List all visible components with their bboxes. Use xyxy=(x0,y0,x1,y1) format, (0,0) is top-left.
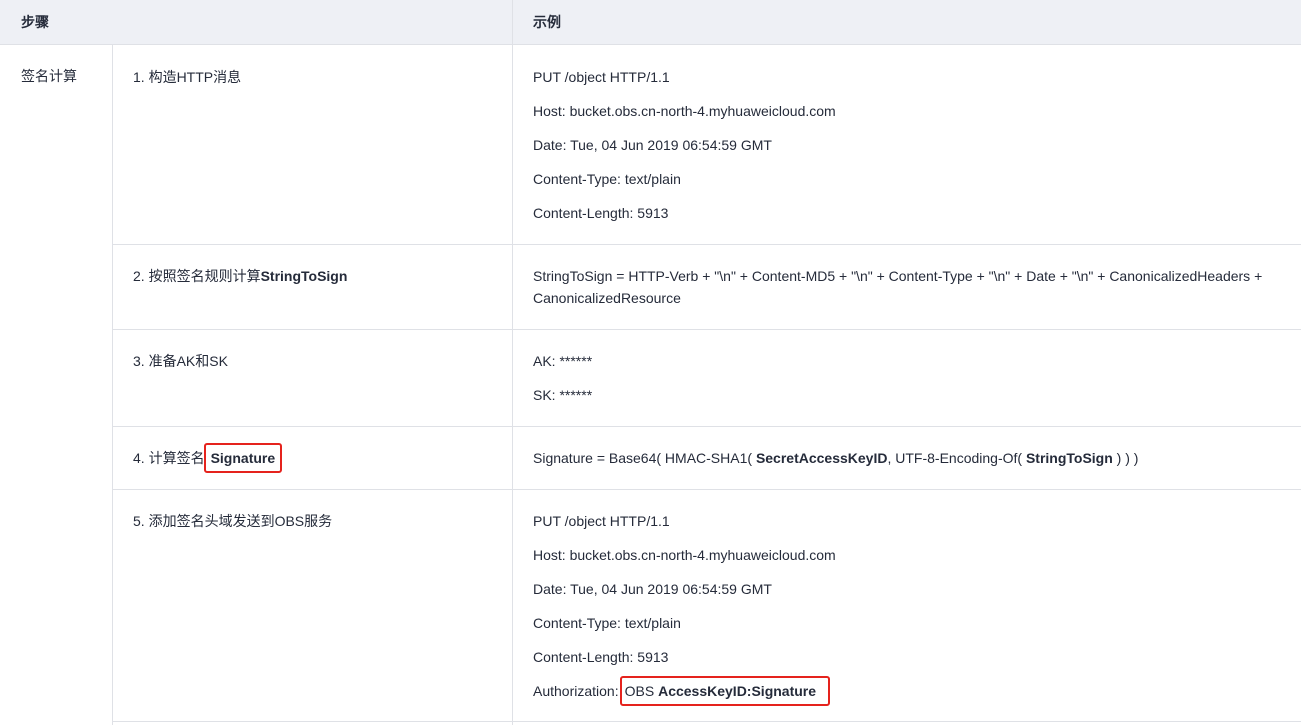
formula-part: , UTF-8-Encoding-Of( xyxy=(887,450,1026,466)
row-divider xyxy=(112,721,1301,722)
example-line: Date: Tue, 04 Jun 2019 06:54:59 GMT xyxy=(533,581,772,597)
formula-part: Signature = Base64( HMAC-SHA1( xyxy=(533,450,756,466)
step-4-label: 4. 计算签名 Signature xyxy=(133,443,283,473)
column-divider xyxy=(512,45,513,725)
step-2-example: StringToSign = HTTP-Verb + "\n" + Conten… xyxy=(533,268,1263,306)
example-line: Content-Length: 5913 xyxy=(533,205,669,221)
step-1-label: 1. 构造HTTP消息 xyxy=(133,69,242,85)
step-1-example: PUT /object HTTP/1.1 Host: bucket.obs.cn… xyxy=(533,67,836,237)
signature-highlight: Signature xyxy=(203,443,283,473)
authorization-label: Authorization: xyxy=(533,683,619,699)
formula-part: ) ) ) xyxy=(1112,450,1139,466)
example-line: Date: Tue, 04 Jun 2019 06:54:59 GMT xyxy=(533,137,772,153)
example-line: Content-Type: text/plain xyxy=(533,171,681,187)
authorization-scheme: OBS xyxy=(624,683,659,699)
row-divider xyxy=(112,426,1301,427)
step-4-prefix: 4. 计算签名 xyxy=(133,450,205,466)
formula-secret-key: SecretAccessKeyID xyxy=(755,450,888,466)
step-5-example: PUT /object HTTP/1.1 Host: bucket.obs.cn… xyxy=(533,511,836,715)
example-line: PUT /object HTTP/1.1 xyxy=(533,513,670,529)
example-line: AK: ****** xyxy=(533,353,593,369)
header-divider xyxy=(512,0,513,45)
header-example: 示例 xyxy=(533,14,561,30)
group-label: 签名计算 xyxy=(21,68,77,84)
example-line: SK: ****** xyxy=(533,387,593,403)
row-divider xyxy=(112,244,1301,245)
step-3-example: AK: ****** SK: ****** xyxy=(533,351,592,419)
step-3-label: 3. 准备AK和SK xyxy=(133,353,228,369)
authorization-value: AccessKeyID:Signature xyxy=(658,683,817,699)
row-divider xyxy=(112,329,1301,330)
formula-string-to-sign: StringToSign xyxy=(1025,450,1113,466)
example-line: Host: bucket.obs.cn-north-4.myhuaweiclou… xyxy=(533,547,836,563)
example-line: Content-Type: text/plain xyxy=(533,615,681,631)
header-step: 步骤 xyxy=(21,14,49,30)
example-line: PUT /object HTTP/1.1 xyxy=(533,69,670,85)
step-4-example: Signature = Base64( HMAC-SHA1( SecretAcc… xyxy=(533,448,1138,468)
example-line: Host: bucket.obs.cn-north-4.myhuaweiclou… xyxy=(533,103,836,119)
row-divider xyxy=(112,489,1301,490)
step-2-label: 2. 按照签名规则计算StringToSign xyxy=(133,266,347,286)
step-5-label: 5. 添加签名头域发送到OBS服务 xyxy=(133,513,333,529)
column-divider xyxy=(112,45,113,725)
signature-steps-table: 步骤 示例 签名计算 1. 构造HTTP消息 PUT /object HTTP/… xyxy=(0,0,1301,725)
authorization-line: Authorization: OBS AccessKeyID:Signature xyxy=(533,676,836,715)
step-2-term: StringToSign xyxy=(260,268,348,284)
step-2-prefix: 2. 按照签名规则计算 xyxy=(133,268,261,284)
authorization-highlight: OBS AccessKeyID:Signature xyxy=(619,676,831,706)
table-header-row: 步骤 示例 xyxy=(0,0,1301,45)
